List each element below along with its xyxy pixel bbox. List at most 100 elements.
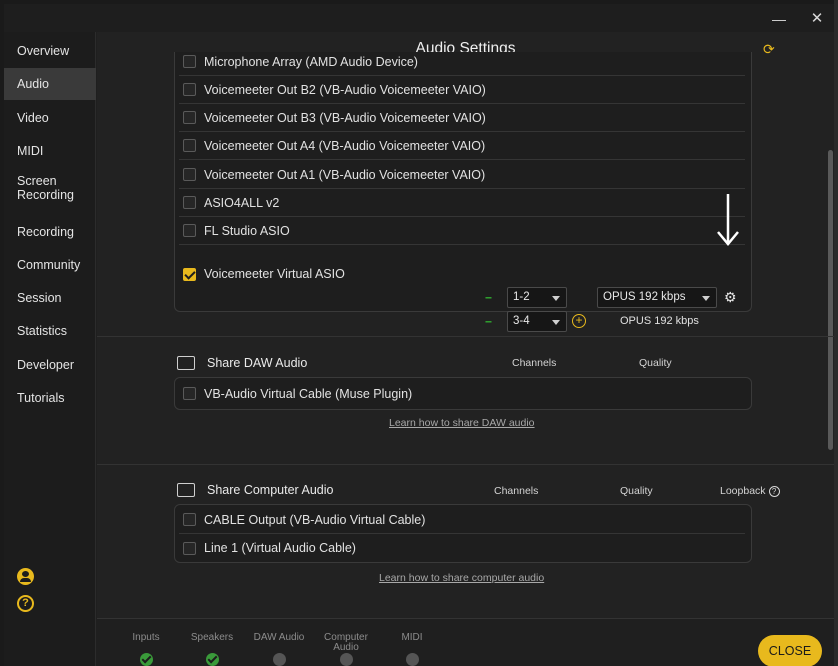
sidebar-item-audio[interactable]: Audio [4, 68, 96, 100]
sidebar-item-developer[interactable]: Developer [4, 349, 96, 381]
device-checkbox[interactable] [183, 541, 196, 555]
title-bar: — ✕ [4, 4, 834, 32]
sidebar-item-overview[interactable]: Overview [4, 35, 96, 67]
list-item[interactable]: ASIO4ALL v2 [179, 189, 745, 217]
loopback-label: Loopback [720, 485, 766, 497]
list-item[interactable]: Line 1 (Virtual Audio Cable) [179, 534, 745, 562]
close-button[interactable]: CLOSE [758, 635, 822, 666]
sidebar-item-screen-recording[interactable]: Screen Recording [4, 168, 84, 208]
loopback-header: Loopback? [720, 485, 780, 497]
panel-scrollbar[interactable] [828, 150, 833, 450]
learn-daw-link[interactable]: Learn how to share DAW audio [389, 417, 535, 429]
device-label: Voicemeeter Out B2 (VB-Audio Voicemeeter… [204, 82, 486, 97]
list-item[interactable]: Voicemeeter Out B2 (VB-Audio Voicemeeter… [179, 76, 745, 104]
sidebar-item-statistics[interactable]: Statistics [4, 315, 96, 347]
sidebar-item-tutorials[interactable]: Tutorials [4, 382, 96, 414]
device-label: CABLE Output (VB-Audio Virtual Cable) [204, 512, 426, 527]
speaker-monitor-icon [177, 483, 195, 497]
channel-value: 1-2 [513, 291, 530, 303]
level-meter: -- [485, 314, 492, 328]
status-label: Inputs [132, 632, 160, 643]
device-checkbox[interactable] [183, 111, 196, 124]
quality-select[interactable]: OPUS 192 kbps [597, 287, 717, 308]
audio-settings-panel: Audio Settings ⟳ Microphone Array (AMD A… [97, 32, 834, 666]
list-item[interactable]: CABLE Output (VB-Audio Virtual Cable) [179, 506, 745, 534]
close-window-button[interactable]: ✕ [807, 10, 827, 28]
share-daw-title: Share DAW Audio [207, 356, 308, 370]
list-item[interactable]: Microphone Array (AMD Audio Device) [179, 48, 745, 76]
status-midi: MIDI [377, 632, 447, 666]
add-channel-icon[interactable]: + [572, 314, 586, 328]
device-label: Voicemeeter Out A4 (VB-Audio Voicemeeter… [204, 138, 486, 153]
channel-select-2[interactable]: 3-4 [507, 311, 567, 332]
gear-icon[interactable]: ⚙ [724, 289, 737, 306]
status-label: Speakers [190, 632, 234, 643]
device-checkbox[interactable] [183, 513, 196, 526]
quality-header: Quality [639, 357, 672, 369]
learn-computer-link[interactable]: Learn how to share computer audio [379, 572, 544, 584]
sidebar-item-recording[interactable]: Recording [4, 216, 96, 248]
device-label: Voicemeeter Out A1 (VB-Audio Voicemeeter… [204, 167, 486, 182]
device-checkbox[interactable] [183, 387, 196, 400]
quality-label: OPUS 192 kbps [620, 315, 699, 327]
sidebar-item-community[interactable]: Community [4, 249, 96, 281]
device-checkbox[interactable] [183, 139, 196, 152]
device-checkbox[interactable] [183, 55, 196, 68]
device-checkbox[interactable] [183, 83, 196, 96]
sidebar-item-midi[interactable]: MIDI [4, 135, 96, 167]
status-dot [273, 653, 286, 666]
chevron-down-icon [702, 296, 710, 301]
check-icon [206, 653, 219, 666]
device-label: Line 1 (Virtual Audio Cable) [204, 541, 356, 555]
sidebar-item-video[interactable]: Video [4, 102, 96, 134]
chevron-down-icon [552, 296, 560, 301]
status-label: DAW Audio [253, 632, 305, 643]
device-checkbox-checked[interactable] [183, 267, 196, 281]
minimize-button[interactable]: — [769, 10, 789, 28]
channel-select-1[interactable]: 1-2 [507, 287, 567, 308]
help-icon[interactable]: ? [768, 486, 780, 497]
share-computer-title: Share Computer Audio [207, 483, 334, 497]
refresh-icon[interactable]: ⟳ [763, 42, 777, 56]
computer-device-list: CABLE Output (VB-Audio Virtual Cable) Li… [174, 504, 752, 563]
device-checkbox[interactable] [183, 168, 196, 181]
channel-value: 3-4 [513, 315, 530, 327]
status-daw-audio: DAW Audio [244, 632, 314, 666]
status-inputs: Inputs [111, 632, 181, 666]
list-item[interactable]: FL Studio ASIO [179, 217, 745, 245]
sidebar-item-session[interactable]: Session [4, 282, 96, 314]
audio-settings-window: — ✕ Overview Audio Video MIDI Screen Rec… [4, 4, 834, 666]
status-label: MIDI [401, 632, 423, 643]
channels-header: Channels [494, 485, 539, 497]
channels-header: Channels [512, 357, 557, 369]
quality-header: Quality [620, 485, 653, 497]
level-meter: -- [485, 290, 492, 304]
input-device-list: Microphone Array (AMD Audio Device) Voic… [174, 52, 752, 332]
sidebar: Overview Audio Video MIDI Screen Recordi… [4, 32, 96, 666]
device-label: Microphone Array (AMD Audio Device) [204, 54, 418, 69]
list-item[interactable]: Voicemeeter Out A4 (VB-Audio Voicemeeter… [179, 132, 745, 160]
list-item[interactable]: Voicemeeter Out B3 (VB-Audio Voicemeeter… [179, 104, 745, 132]
outer-scrollbar [834, 0, 838, 666]
user-account-icon[interactable] [17, 568, 34, 585]
device-label: VB-Audio Virtual Cable (Muse Plugin) [204, 386, 413, 401]
device-checkbox[interactable] [183, 224, 196, 237]
section-divider [97, 464, 834, 465]
device-label: Voicemeeter Out B3 (VB-Audio Voicemeeter… [204, 110, 486, 125]
device-checkbox[interactable] [183, 196, 196, 209]
list-item[interactable]: Voicemeeter Out A1 (VB-Audio Voicemeeter… [179, 161, 745, 189]
device-label: Voicemeeter Virtual ASIO [204, 267, 345, 281]
status-dot [406, 653, 419, 666]
section-divider [97, 336, 834, 337]
device-label: FL Studio ASIO [204, 223, 290, 238]
list-item[interactable]: VB-Audio Virtual Cable (Muse Plugin) [179, 379, 745, 408]
check-icon [140, 653, 153, 666]
status-label: Computer Audio [324, 632, 368, 653]
daw-device-list: VB-Audio Virtual Cable (Muse Plugin) [174, 377, 752, 410]
help-icon[interactable]: ? [17, 595, 34, 612]
quality-value: OPUS 192 kbps [603, 291, 686, 303]
status-computer-audio: Computer Audio [311, 632, 381, 666]
device-label: ASIO4ALL v2 [204, 195, 280, 210]
chevron-down-icon [552, 320, 560, 325]
status-speakers: Speakers [177, 632, 247, 666]
